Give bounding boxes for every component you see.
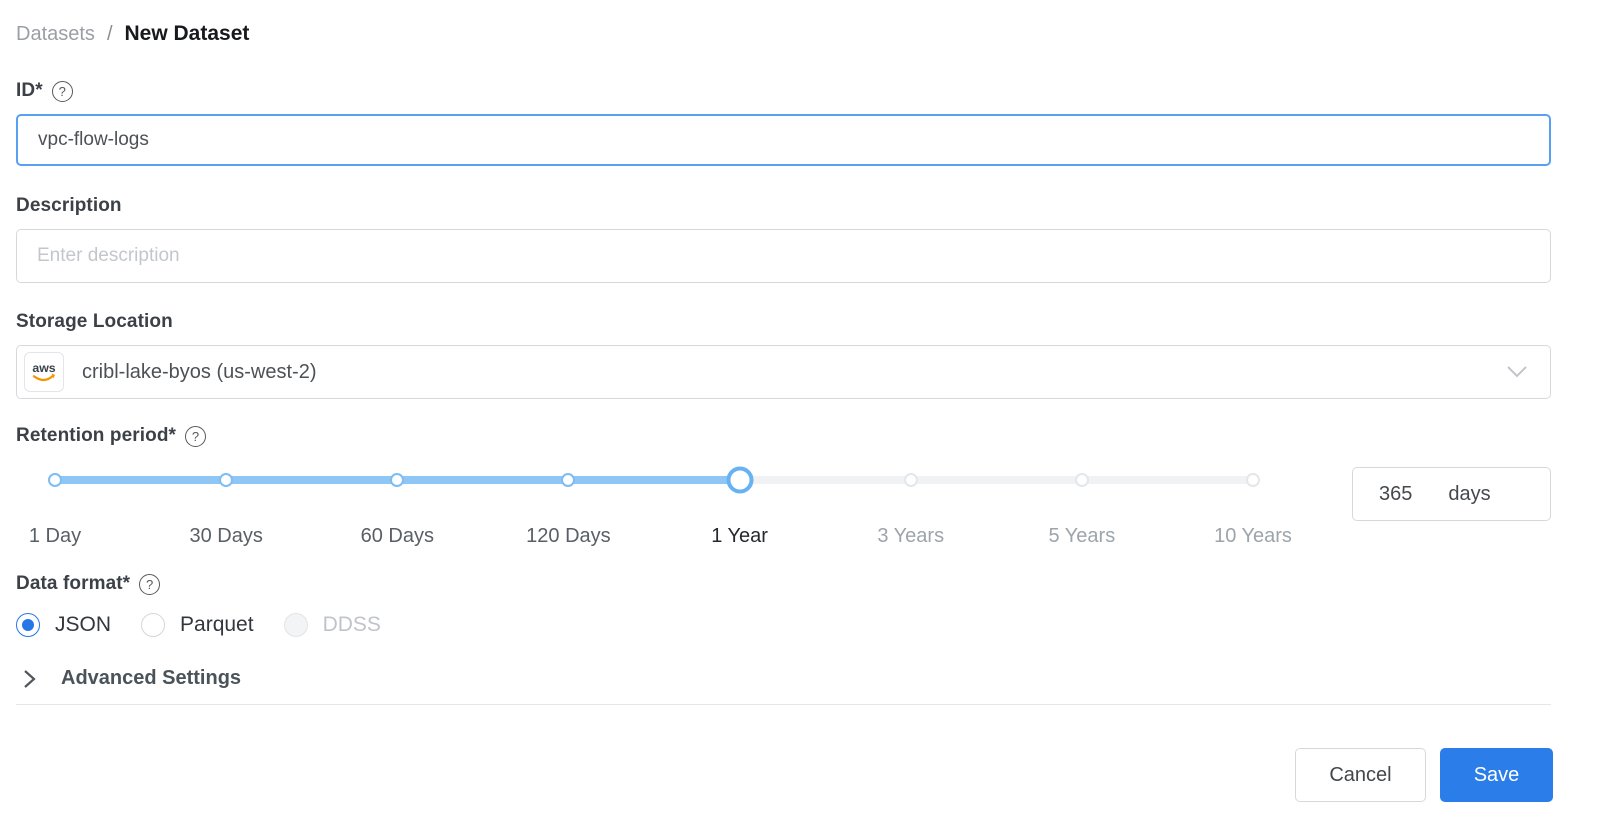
id-help-icon[interactable]: ? [51, 80, 73, 102]
breadcrumb-separator: / [106, 23, 113, 45]
slider-marks: 1 Day 30 Days 60 Days 120 Days 1 Year 3 … [29, 525, 1292, 551]
aws-logo-text: aws [32, 361, 55, 375]
radio-label: DDSS [322, 613, 381, 636]
slider-mark[interactable]: 60 Days [361, 525, 434, 548]
retention-days-unit: days [1448, 482, 1491, 505]
data-format-radio-group: JSON Parquet DDSS [16, 611, 1551, 639]
retention-days-value[interactable]: 365 [1379, 483, 1412, 506]
retention-period-help-icon[interactable]: ? [185, 425, 207, 447]
storage-location-label: Storage Location [16, 311, 173, 332]
radio-selected-icon [16, 613, 40, 637]
slider-mark[interactable]: 30 Days [189, 525, 262, 548]
radio-option-parquet[interactable]: Parquet [141, 613, 254, 637]
new-dataset-form: Datasets / New Dataset ID* ? Description… [16, 0, 1553, 840]
slider-mark[interactable]: 10 Years [1214, 525, 1292, 548]
id-input[interactable] [16, 114, 1551, 166]
storage-location-select[interactable]: aws cribl-lake-byos (us-west-2) [16, 345, 1551, 399]
page-title: New Dataset [124, 22, 250, 45]
retention-days-input[interactable]: 365 days [1352, 467, 1551, 521]
form-actions: Cancel Save [1295, 748, 1553, 802]
slider-stop-30-days[interactable] [219, 473, 234, 487]
radio-option-ddss: DDSS [283, 613, 381, 637]
slider-stop-60-days[interactable] [390, 473, 405, 487]
data-format-help-icon[interactable]: ? [139, 573, 161, 595]
data-format-label: Data format* [16, 573, 131, 594]
cancel-button[interactable]: Cancel [1295, 748, 1426, 802]
radio-disabled-icon [283, 613, 308, 637]
breadcrumb-item-datasets[interactable]: Datasets [16, 23, 95, 46]
slider-stop-3-years[interactable] [903, 473, 918, 487]
slider-mark-selected[interactable]: 1 Year [711, 525, 768, 548]
description-label: Description [16, 195, 122, 216]
chevron-right-icon [22, 668, 37, 690]
radio-option-json[interactable]: JSON [16, 613, 111, 637]
slider-stop-10-years[interactable] [1246, 473, 1260, 487]
save-button[interactable]: Save [1440, 748, 1553, 802]
radio-label: JSON [55, 613, 112, 636]
slider-mark[interactable]: 3 Years [877, 525, 944, 548]
radio-label: Parquet [180, 613, 254, 636]
breadcrumb: Datasets / New Dataset [16, 22, 1551, 52]
chevron-down-icon [1506, 365, 1528, 379]
slider-handle[interactable] [726, 466, 754, 494]
advanced-settings-toggle[interactable]: Advanced Settings [16, 667, 1551, 705]
storage-location-value: cribl-lake-byos (us-west-2) [82, 360, 317, 383]
retention-period-label: Retention period* [16, 425, 177, 446]
slider-mark[interactable]: 120 Days [526, 525, 611, 548]
retention-slider[interactable] [48, 466, 1260, 494]
description-input[interactable] [16, 229, 1551, 283]
retention-slider-area: 1 Day 30 Days 60 Days 120 Days 1 Year 3 … [16, 449, 1551, 561]
radio-unselected-icon [141, 613, 166, 637]
slider-mark[interactable]: 1 Day [29, 525, 81, 548]
aws-icon: aws [24, 352, 64, 392]
id-label: ID* [16, 80, 43, 101]
slider-stop-120-days[interactable] [561, 473, 576, 487]
slider-stop-5-years[interactable] [1074, 473, 1089, 487]
advanced-settings-label: Advanced Settings [61, 667, 242, 689]
slider-stop-1-day[interactable] [48, 473, 62, 487]
slider-mark[interactable]: 5 Years [1048, 525, 1115, 548]
